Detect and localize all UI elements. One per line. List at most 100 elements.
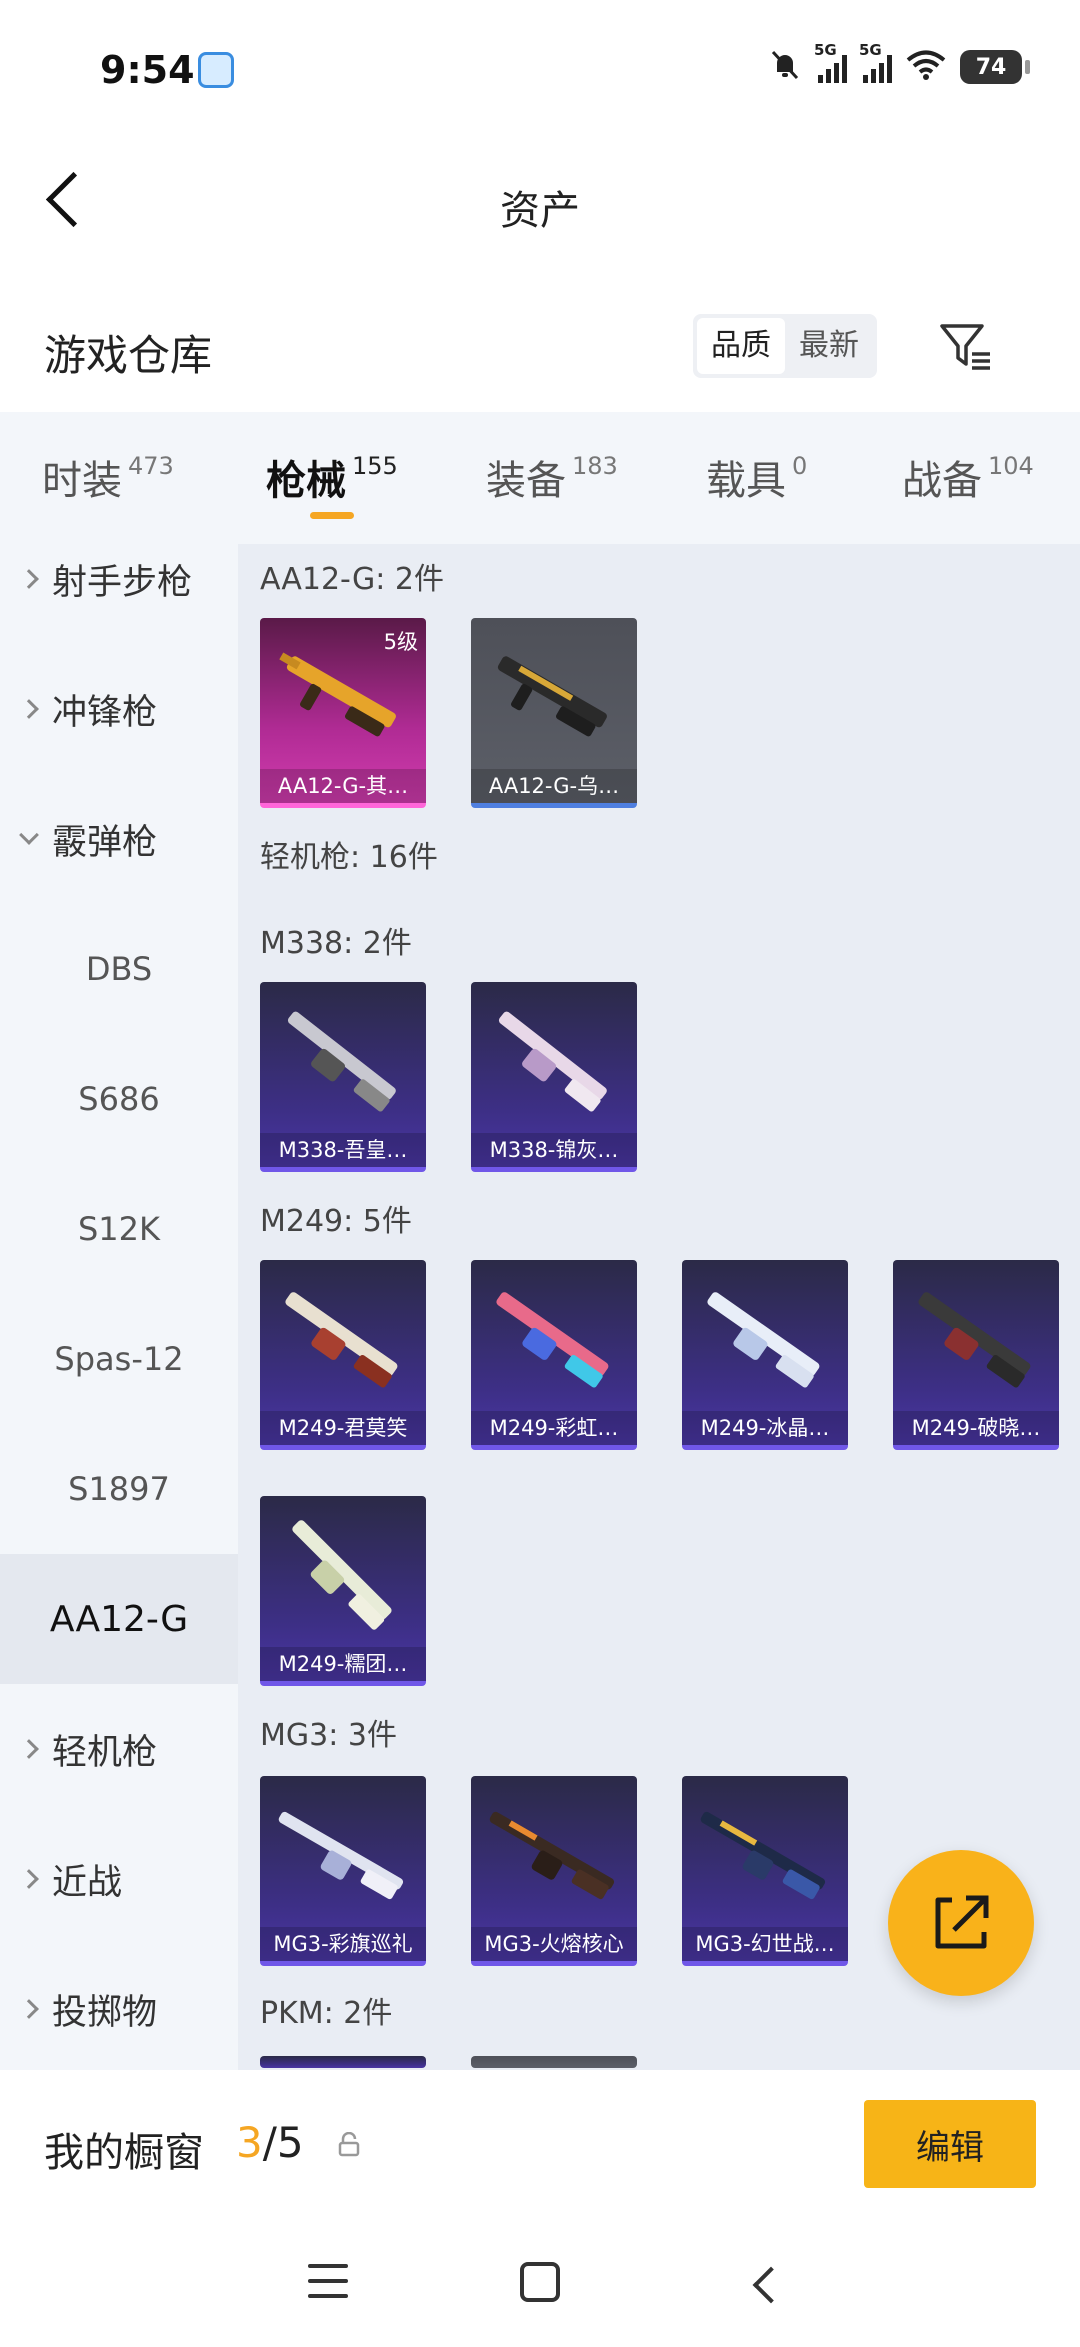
lock-icon <box>336 2131 362 2158</box>
shotgun-skin-image <box>279 652 396 737</box>
home-button[interactable] <box>520 2262 560 2302</box>
weapon-card[interactable]: MG3-火熔核心 <box>471 1776 637 1966</box>
sidebar-sub-aa12g[interactable]: AA12-G <box>0 1554 238 1684</box>
tab-supplies[interactable]: 战备 104 <box>902 448 1034 518</box>
weapon-card-name: M249-糯团… <box>260 1647 426 1681</box>
shotgun-skin-image <box>497 656 607 737</box>
tab-label: 枪械 <box>266 458 346 504</box>
showcase-title: 我的橱窗 <box>44 2130 204 2176</box>
sidebar-sub-spas12[interactable]: Spas-12 <box>0 1294 238 1424</box>
sidebar-item-throwables[interactable]: 投掷物 <box>0 1944 238 2070</box>
sim2-label: 5G <box>859 41 882 59</box>
weapon-card[interactable]: 5级 AA12-G-其… <box>260 618 426 808</box>
tab-label: 装备 <box>486 458 566 504</box>
tab-count: 473 <box>128 452 174 480</box>
weapon-card[interactable]: M338-吾皇… <box>260 982 426 1172</box>
lmg-skin-image <box>285 1292 398 1388</box>
system-back-button[interactable] <box>746 2264 786 2304</box>
chevron-right-icon <box>19 1739 39 1759</box>
app-notification-icon <box>198 52 234 88</box>
section-heading: 轻机枪: 16件 <box>260 840 438 875</box>
weapon-card-name: MG3-幻世战… <box>682 1927 848 1961</box>
weapon-card[interactable]: M249-糯团… <box>260 1496 426 1686</box>
tab-count: 0 <box>792 452 808 480</box>
weapon-card[interactable]: MG3-幻世战… <box>682 1776 848 1966</box>
sidebar-item-shotgun[interactable]: 霰弹枪 <box>0 774 238 904</box>
lmg-skin-image <box>287 1011 396 1112</box>
section-heading: PKM: 2件 <box>260 1996 393 2031</box>
weapon-card[interactable]: M249-冰晶… <box>682 1260 848 1450</box>
lmg-skin-image <box>707 1292 820 1388</box>
sidebar-sub-s1897[interactable]: S1897 <box>0 1424 238 1554</box>
weapon-category-sidebar: 射手步枪 冲锋枪 霰弹枪 DBS S686 S12K Spas-12 S1897… <box>0 544 238 2070</box>
section-heading: AA12-G: 2件 <box>260 562 444 597</box>
weapon-card-name: AA12-G-其… <box>260 769 426 803</box>
signal-icon-sim1: 5G <box>814 41 847 83</box>
sidebar-item-melee[interactable]: 近战 <box>0 1814 238 1944</box>
weapon-card[interactable] <box>471 2056 637 2068</box>
status-bar: 9:54 5G 5G 74 <box>0 0 1080 140</box>
sidebar-item-smg[interactable]: 冲锋枪 <box>0 644 238 774</box>
weapon-card[interactable]: M249-君莫笑 <box>260 1260 426 1450</box>
sidebar-item-lmg[interactable]: 轻机枪 <box>0 1684 238 1814</box>
category-tabs: 时装 473 枪械 155 装备 183 载具 0 战备 104 <box>0 412 1080 544</box>
section-heading: M249: 5件 <box>260 1204 412 1239</box>
sidebar-sub-s686[interactable]: S686 <box>0 1034 238 1164</box>
sidebar-sub-dbs[interactable]: DBS <box>0 904 238 1034</box>
weapon-card-name: MG3-火熔核心 <box>471 1927 637 1961</box>
weapon-card[interactable]: M338-锦灰… <box>471 982 637 1172</box>
system-navigation-bar <box>0 2220 1080 2347</box>
tab-guns[interactable]: 枪械 155 <box>266 448 398 518</box>
chevron-right-icon <box>19 1999 39 2019</box>
lmg-skin-image <box>700 1811 826 1900</box>
sim1-label: 5G <box>814 41 837 59</box>
weapon-card[interactable] <box>260 2056 426 2068</box>
sidebar-sub-s12k[interactable]: S12K <box>0 1164 238 1294</box>
tab-fashion[interactable]: 时装 473 <box>42 448 174 518</box>
sort-option-newest[interactable]: 最新 <box>785 318 873 374</box>
active-tab-indicator <box>310 512 354 519</box>
sidebar-item-label: 冲锋枪 <box>52 692 158 733</box>
weapon-card[interactable]: AA12-G-乌… <box>471 618 637 808</box>
tab-equipment[interactable]: 装备 183 <box>486 448 618 518</box>
weapon-card[interactable]: M249-破晓… <box>893 1260 1059 1450</box>
weapon-card-name: M249-冰晶… <box>682 1411 848 1445</box>
weapon-card[interactable]: MG3-彩旗巡礼 <box>260 1776 426 1966</box>
lmg-skin-image <box>496 1292 609 1388</box>
status-icons: 5G 5G 74 <box>768 41 1030 86</box>
sidebar-item-label: 霰弹枪 <box>52 822 158 863</box>
weapon-card-name: M249-破晓… <box>893 1411 1059 1445</box>
sidebar-item-label: 投掷物 <box>52 1992 158 2033</box>
recent-apps-button[interactable] <box>308 2264 348 2298</box>
sidebar-item-label: 射手步枪 <box>52 562 193 603</box>
sort-option-quality[interactable]: 品质 <box>697 318 785 374</box>
weapon-card-name: AA12-G-乌… <box>471 769 637 803</box>
tab-count: 104 <box>988 452 1034 480</box>
chevron-down-icon <box>19 825 39 845</box>
edit-button[interactable]: 编辑 <box>864 2100 1036 2188</box>
tab-label: 载具 <box>706 458 786 504</box>
section-heading: M338: 2件 <box>260 926 412 961</box>
showcase-current: 3 <box>236 2118 263 2167</box>
weapon-card[interactable]: M249-彩虹… <box>471 1260 637 1450</box>
sidebar-item-label: 轻机枪 <box>52 1732 158 1773</box>
page-title: 资产 <box>500 188 580 234</box>
weapon-card-name: M338-吾皇… <box>260 1133 426 1167</box>
battery-icon: 74 <box>960 50 1030 84</box>
weapon-grid: AA12-G: 2件 5级 AA12-G-其… AA12-G-乌… 轻机枪: 1… <box>238 544 1080 2070</box>
weapon-card-name: M249-彩虹… <box>471 1411 637 1445</box>
warehouse-header: 游戏仓库 品质 最新 <box>0 300 1080 410</box>
tab-label: 战备 <box>902 458 982 504</box>
share-icon <box>935 1895 989 1949</box>
filter-icon[interactable] <box>938 318 996 376</box>
lmg-skin-image <box>489 1811 615 1900</box>
sidebar-item-marksman-rifle[interactable]: 射手步枪 <box>0 544 238 644</box>
lmg-skin-image <box>918 1292 1031 1388</box>
lmg-skin-image <box>498 1011 607 1112</box>
sidebar-item-label: 近战 <box>52 1862 123 1903</box>
chevron-right-icon <box>19 1869 39 1889</box>
lmg-skin-image <box>278 1811 404 1900</box>
share-button[interactable] <box>888 1850 1034 1996</box>
showcase-bar: 我的橱窗 3/5 编辑 <box>0 2070 1080 2220</box>
tab-vehicles[interactable]: 载具 0 <box>706 448 807 518</box>
